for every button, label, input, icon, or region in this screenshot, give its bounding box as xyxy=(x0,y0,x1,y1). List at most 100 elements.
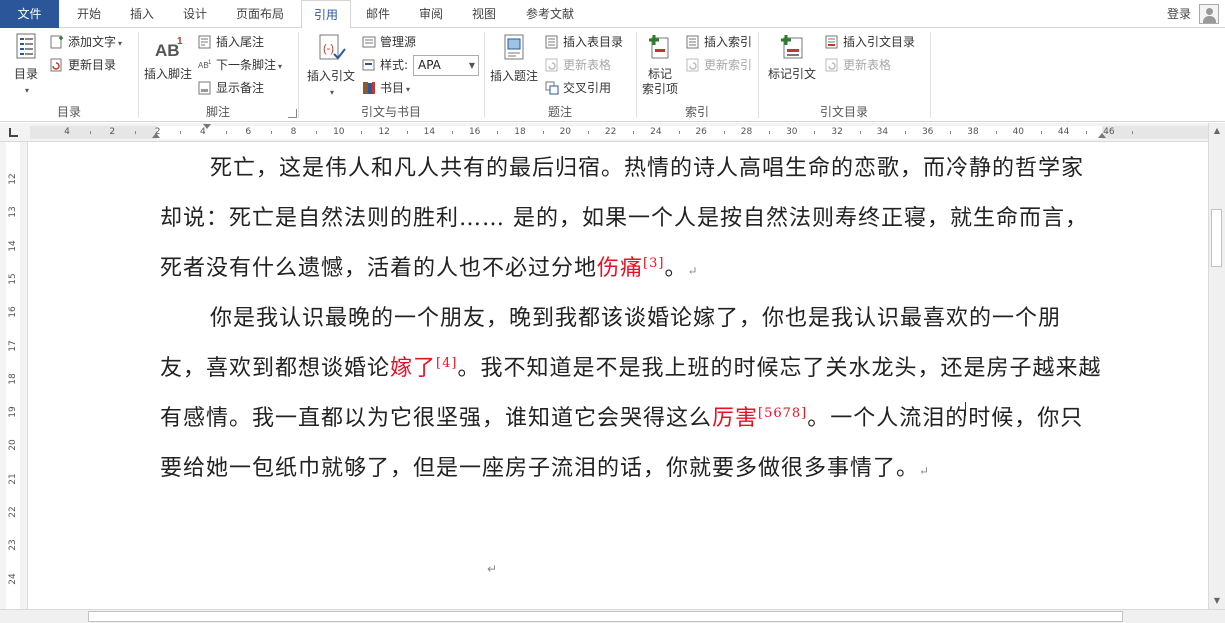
ruler-tick xyxy=(134,131,136,134)
update-toc-icon xyxy=(50,58,62,72)
tab-bibliography[interactable]: 参考文献 xyxy=(518,0,582,28)
next-footnote-button[interactable]: AB 1 下一条脚注 ▾ xyxy=(198,55,282,75)
vertical-ruler: 12 13 14 15 16 17 18 19 20 21 22 23 24 xyxy=(0,142,28,609)
citations-group-label: 引文与书目 xyxy=(360,105,421,119)
ruler-tick xyxy=(950,131,952,134)
ruler-number: 38 xyxy=(967,127,979,137)
vertical-ruler-number: 13 xyxy=(8,206,18,219)
add-text-button[interactable]: 添加文字 ▾ xyxy=(50,32,122,52)
ruler-tick xyxy=(1040,131,1042,134)
insert-footnote-label: 插入脚注 xyxy=(143,67,192,81)
update-index-button[interactable]: 更新索引 xyxy=(686,55,752,75)
chevron-down-icon: ▾ xyxy=(406,85,411,94)
paragraph-mark-icon: ↵ xyxy=(919,464,931,478)
first-line-indent-icon[interactable] xyxy=(203,124,211,129)
update-toa-icon xyxy=(825,58,838,72)
tab-design[interactable]: 设计 xyxy=(176,0,214,28)
mark-entry-icon xyxy=(649,35,669,59)
ruler-tick xyxy=(542,131,544,134)
tab-mailings[interactable]: 邮件 xyxy=(359,0,397,28)
update-table-button[interactable]: 更新表格 xyxy=(545,55,611,75)
mark-entry-button[interactable]: 标记 索引项 xyxy=(640,32,680,97)
ruler-number: 28 xyxy=(740,127,753,137)
document-page[interactable]: 死亡，这是伟人和凡人共有的最后归宿。热情的诗人高唱生命的恋歌，而冷静的哲学家却说… xyxy=(29,142,1209,609)
show-notes-button[interactable]: 显示备注 xyxy=(198,78,264,98)
ruler-tick xyxy=(723,131,725,134)
ruler-number: 22 xyxy=(604,127,617,137)
tab-file[interactable]: 文件 xyxy=(0,0,59,28)
horizontal-scrollbar[interactable] xyxy=(0,609,1225,623)
manage-sources-button[interactable]: 管理源 xyxy=(362,32,416,52)
insert-toa-button[interactable]: 插入引文目录 xyxy=(825,32,915,52)
chevron-down-icon: ▼ xyxy=(468,61,475,70)
ruler-tick xyxy=(361,131,363,134)
tab-home[interactable]: 开始 xyxy=(70,0,108,28)
insert-endnote-button[interactable]: 插入尾注 xyxy=(198,32,264,52)
vertical-ruler-number: 20 xyxy=(8,439,18,452)
cross-reference-button[interactable]: 交叉引用 xyxy=(545,78,611,98)
insert-toa-icon xyxy=(825,35,838,49)
paragraph-1[interactable]: 死亡，这是伟人和凡人共有的最后归宿。热情的诗人高唱生命的恋歌，而冷静的哲学家却说… xyxy=(160,144,1105,296)
insert-caption-button[interactable]: 插入题注 xyxy=(488,32,540,84)
insert-index-button[interactable]: 插入索引 xyxy=(686,32,752,52)
insert-table-of-figures-button[interactable]: 插入表目录 xyxy=(545,32,623,52)
vertical-ruler-number: 19 xyxy=(8,406,18,418)
vertical-ruler-number: 12 xyxy=(8,173,18,185)
ruler-number: 26 xyxy=(695,127,707,137)
manage-sources-icon xyxy=(362,36,376,48)
tab-stop-selector-icon[interactable] xyxy=(9,128,18,137)
vertical-ruler-number: 17 xyxy=(8,339,18,352)
scroll-down-icon[interactable]: ▼ xyxy=(1209,593,1225,609)
text-cursor-icon xyxy=(965,402,972,416)
scroll-up-icon[interactable]: ▲ xyxy=(1209,123,1225,139)
ruler-number: 4 xyxy=(64,127,70,137)
bibliography-button[interactable]: 书目 ▾ xyxy=(362,78,410,98)
vertical-scroll-thumb[interactable] xyxy=(1211,209,1222,267)
chevron-down-icon: ▾ xyxy=(118,39,123,48)
ruler-tick xyxy=(814,131,816,134)
update-toc-button[interactable]: 更新目录 xyxy=(50,55,116,75)
citation-reference[interactable]: [5678] xyxy=(758,406,807,421)
toa-group-label: 引文目录 xyxy=(819,105,868,119)
right-indent-icon[interactable] xyxy=(1098,133,1106,138)
toc-group-label: 目录 xyxy=(56,105,81,119)
user-avatar-icon[interactable] xyxy=(1199,4,1219,24)
footnote-icon: AB 1 xyxy=(155,36,183,60)
ruler-tick xyxy=(587,131,589,134)
caption-icon xyxy=(504,34,524,60)
mark-entry-label-1: 标记 xyxy=(647,67,672,81)
mark-entry-label-2: 索引项 xyxy=(641,82,678,96)
update-toa-button[interactable]: 更新表格 xyxy=(825,55,891,75)
mark-citation-button[interactable]: 标记引文 xyxy=(764,32,820,82)
insert-citation-button[interactable]: (-) 插入引文 ▾ xyxy=(304,32,358,98)
ruler-tick xyxy=(452,131,454,134)
footnotes-dialog-launcher-icon[interactable] xyxy=(288,109,297,118)
left-indent-icon[interactable] xyxy=(152,133,160,138)
tab-layout[interactable]: 页面布局 xyxy=(229,0,291,28)
tab-review[interactable]: 审阅 xyxy=(412,0,450,28)
citation-style-select[interactable]: APA ▼ xyxy=(413,55,479,76)
show-notes-icon xyxy=(198,81,211,95)
svg-text:(-): (-) xyxy=(323,43,334,55)
tab-insert[interactable]: 插入 xyxy=(123,0,161,28)
toc-button[interactable]: 目录 ▾ xyxy=(8,32,44,96)
footnotes-group-label: 脚注 xyxy=(205,105,230,119)
endnote-icon xyxy=(198,35,211,49)
tab-references[interactable]: 引用 xyxy=(301,0,351,29)
citation-reference[interactable]: [4] xyxy=(436,356,457,371)
ruler-tick xyxy=(859,131,861,134)
citation-reference[interactable]: [3] xyxy=(643,256,664,271)
tab-view[interactable]: 视图 xyxy=(465,0,503,28)
chevron-down-icon: ▾ xyxy=(278,62,283,71)
insert-footnote-button[interactable]: AB 1 插入脚注 xyxy=(142,32,194,82)
add-text-icon xyxy=(50,35,63,49)
horizontal-scroll-thumb[interactable] xyxy=(88,611,1123,622)
ruler-text-area xyxy=(157,126,1102,139)
ruler-number: 20 xyxy=(559,127,572,137)
vertical-scrollbar[interactable]: ▲ ▼ xyxy=(1208,123,1225,609)
ruler-tick xyxy=(225,131,227,134)
login-link[interactable]: 登录 xyxy=(1167,0,1191,28)
ruler-number: 36 xyxy=(921,127,934,137)
table-of-figures-icon xyxy=(545,35,558,49)
paragraph-2[interactable]: 你是我认识最晚的一个朋友，晚到我都该谈婚论嫁了，你也是我认识最喜欢的一个朋友，喜… xyxy=(160,294,1105,496)
